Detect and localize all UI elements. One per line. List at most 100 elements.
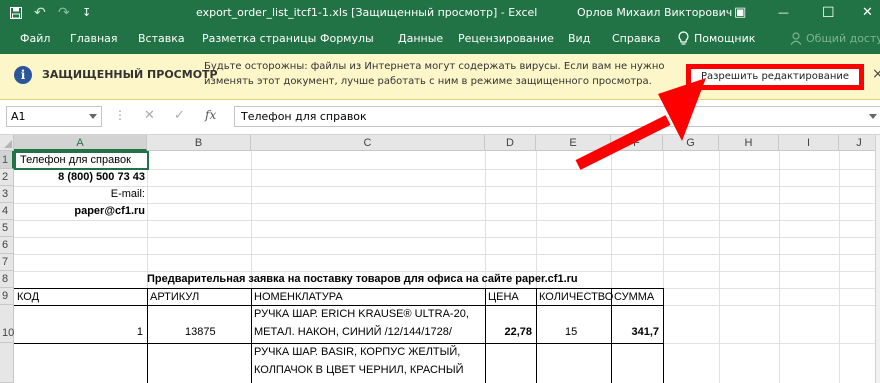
table-border: [485, 288, 486, 383]
tab-view[interactable]: Вид: [568, 26, 590, 52]
column-header-c[interactable]: C: [251, 135, 485, 151]
insert-function-icon[interactable]: fx: [205, 108, 216, 122]
maximize-icon[interactable]: ☐: [822, 0, 835, 26]
cell-name-line-1[interactable]: РУЧКА ШАР. ERICH KRAUSE® ULTRA-20,: [254, 308, 469, 320]
column-header-i[interactable]: I: [779, 135, 839, 151]
formula-input[interactable]: Телефон для справок: [234, 106, 880, 127]
header-price[interactable]: ЦЕНА: [488, 291, 519, 303]
tab-file[interactable]: Файл: [20, 26, 50, 52]
active-cell-a1[interactable]: Телефон для справок: [14, 151, 149, 170]
cell-name-line-2[interactable]: МЕТАЛ. НАКОН, СИНИЙ /12/144/1728/: [254, 326, 452, 338]
ribbon-display-options-icon[interactable]: ▣: [734, 0, 746, 26]
table-border: [663, 288, 664, 383]
row-header-5[interactable]: 5: [0, 220, 14, 237]
header-quantity[interactable]: КОЛИЧЕСТВО: [539, 291, 613, 303]
column-header-j[interactable]: J: [839, 135, 880, 151]
tab-data[interactable]: Данные: [398, 26, 443, 52]
column-header-b[interactable]: B: [147, 135, 251, 151]
gridline: [14, 203, 880, 204]
cell-code[interactable]: 1: [137, 326, 143, 338]
table-border: [147, 288, 148, 383]
tab-page-layout[interactable]: Разметка страницы: [202, 26, 316, 52]
column-header-e[interactable]: E: [536, 135, 611, 151]
header-code[interactable]: КОД: [17, 291, 39, 303]
cell-sum[interactable]: 341,7: [631, 326, 659, 338]
cell-a3[interactable]: E-mail:: [111, 188, 145, 200]
title-bar: ↶ ↷ ↧ export_order_list_itcf1-1.xls [Защ…: [0, 0, 880, 26]
share-icon[interactable]: [790, 32, 802, 49]
gridline: [14, 186, 880, 187]
table-border: [536, 288, 537, 383]
expand-formula-bar-icon[interactable]: [869, 114, 877, 119]
cancel-icon[interactable]: ✕: [144, 108, 155, 123]
chevron-down-icon[interactable]: [89, 114, 97, 119]
close-bar-icon[interactable]: ×: [872, 66, 880, 82]
tab-home[interactable]: Главная: [70, 26, 118, 52]
protected-view-message-line-2: изменять этот документ, лучше работать с…: [204, 76, 652, 87]
header-sum[interactable]: СУММА: [614, 291, 654, 303]
cell-article[interactable]: 13875: [185, 326, 216, 338]
cell-a1: Телефон для справок: [20, 154, 131, 166]
column-header-f[interactable]: F: [611, 135, 663, 151]
row-header-10[interactable]: 10: [0, 305, 14, 343]
tab-insert[interactable]: Вставка: [138, 26, 185, 52]
tab-review[interactable]: Рецензирование: [458, 26, 554, 52]
row-header-7[interactable]: 7: [0, 254, 14, 271]
close-icon[interactable]: ✕: [862, 0, 873, 26]
header-name[interactable]: НОМЕНКЛАТУРА: [254, 291, 343, 303]
enable-editing-label: Разрешить редактирование: [700, 71, 850, 82]
gridline: [14, 220, 880, 221]
table-border: [14, 305, 663, 306]
cell-name-line-2[interactable]: КОЛПАЧОК В ЦВЕТ ЧЕРНИЛ, КРАСНЫЙ: [254, 364, 463, 376]
gridline: [14, 254, 880, 255]
cell-price[interactable]: 22,78: [504, 326, 532, 338]
share-button[interactable]: Общий доступ: [806, 26, 880, 52]
cell-quantity[interactable]: 15: [565, 326, 577, 338]
enter-icon[interactable]: ✓: [174, 108, 185, 123]
cell-name-line-1[interactable]: РУЧКА ШАР. BASIR, КОРПУС ЖЕЛТЫЙ,: [254, 346, 460, 358]
row-header-8[interactable]: 8: [0, 271, 14, 288]
row-header-6[interactable]: 6: [0, 237, 14, 254]
save-icon[interactable]: [10, 7, 22, 19]
ribbon-tabs: Файл Главная Вставка Разметка страницы Ф…: [0, 26, 880, 54]
protected-view-label: ЗАЩИЩЕННЫЙ ПРОСМОТР: [42, 68, 218, 81]
cell-a4[interactable]: paper@cf1.ru: [74, 205, 145, 217]
more-dots-icon: ⋮: [114, 108, 126, 122]
customize-qat-icon[interactable]: ↧: [82, 0, 91, 26]
enable-editing-button[interactable]: Разрешить редактирование: [686, 64, 864, 90]
cell-c7[interactable]: Предварительная заявка на поставку товар…: [147, 273, 578, 285]
gridline: [14, 271, 880, 272]
column-header-a[interactable]: A: [14, 135, 147, 151]
tab-help[interactable]: Справка: [612, 26, 660, 52]
row-header-3[interactable]: 3: [0, 186, 14, 203]
column-header-h[interactable]: H: [719, 135, 779, 151]
worksheet-grid[interactable]: A B C D E F G H I J 1 2 3 4 5 6 7 8 9 10…: [0, 135, 880, 383]
formula-bar: A1 ⋮ ✕ ✓ fx Телефон для справок: [0, 100, 880, 135]
redo-icon[interactable]: ↷: [58, 0, 70, 26]
name-box-value: A1: [11, 110, 26, 123]
column-header-g[interactable]: G: [663, 135, 719, 151]
tab-formulas[interactable]: Формулы: [320, 26, 374, 52]
user-name[interactable]: Орлов Михаил Викторович: [577, 0, 732, 26]
row-header-2[interactable]: 2: [0, 169, 14, 186]
formula-content: Телефон для справок: [241, 110, 367, 123]
gridline: [14, 237, 880, 238]
table-border: [251, 288, 252, 383]
protected-view-bar: i ЗАЩИЩЕННЫЙ ПРОСМОТР Будьте осторожны: …: [0, 54, 880, 100]
tell-me-search[interactable]: Помощник: [694, 26, 755, 52]
name-box[interactable]: A1: [6, 106, 102, 127]
lightbulb-icon[interactable]: [678, 31, 689, 51]
table-border: [14, 288, 663, 289]
cell-a2[interactable]: 8 (800) 500 73 43: [58, 171, 145, 183]
protected-view-message-line-1: Будьте осторожны: файлы из Интернета мог…: [204, 61, 665, 72]
column-header-d[interactable]: D: [485, 135, 536, 151]
row-header-4[interactable]: 4: [0, 203, 14, 220]
undo-icon[interactable]: ↶: [34, 0, 46, 26]
header-article[interactable]: АРТИКУЛ: [150, 291, 199, 303]
vertical-scrollbar[interactable]: [875, 135, 880, 383]
row-header-1[interactable]: 1: [0, 151, 14, 169]
window-title: export_order_list_itcf1-1.xls [Защищенны…: [196, 6, 538, 19]
minimize-icon[interactable]: —: [778, 0, 789, 26]
row-header-9[interactable]: 9: [0, 288, 14, 305]
row-header-11[interactable]: [0, 343, 14, 383]
